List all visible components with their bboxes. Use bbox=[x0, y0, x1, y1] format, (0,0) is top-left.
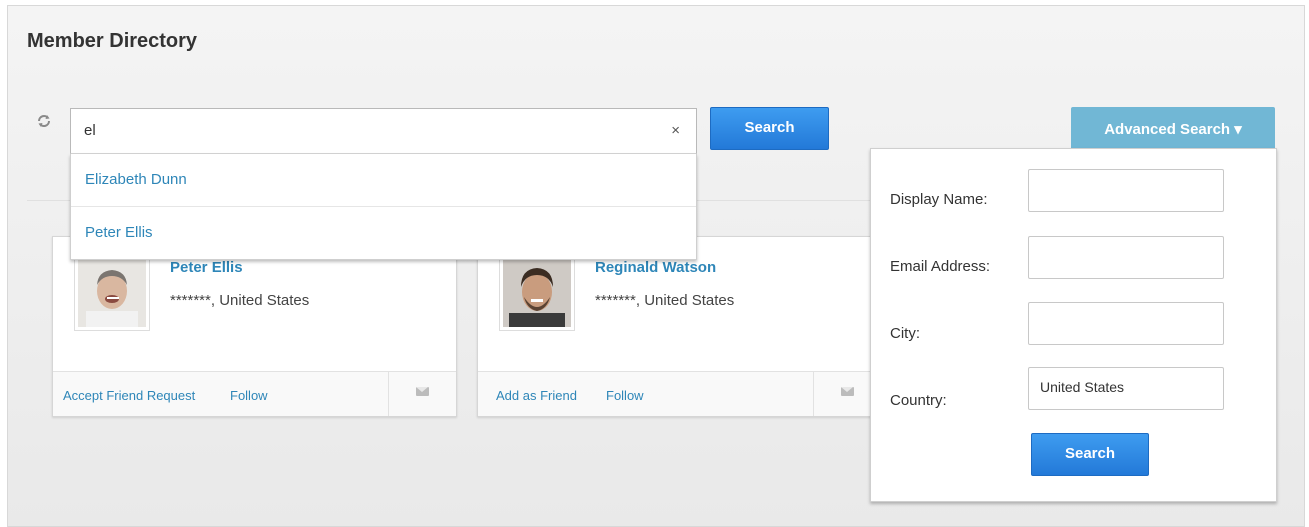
avatar[interactable] bbox=[74, 255, 150, 331]
accept-friend-request-link[interactable]: Accept Friend Request bbox=[63, 388, 195, 403]
avatar-photo bbox=[503, 259, 571, 327]
refresh-icon[interactable] bbox=[36, 113, 52, 129]
search-input[interactable]: el × bbox=[70, 108, 697, 154]
email-address-field[interactable] bbox=[1028, 236, 1224, 279]
avatar-photo bbox=[78, 259, 146, 327]
city-field[interactable] bbox=[1028, 302, 1224, 345]
message-button[interactable] bbox=[388, 372, 456, 416]
country-field[interactable]: United States bbox=[1028, 367, 1224, 410]
add-as-friend-link[interactable]: Add as Friend bbox=[496, 388, 577, 403]
avatar[interactable] bbox=[499, 255, 575, 331]
search-input-value: el bbox=[84, 122, 96, 139]
follow-link[interactable]: Follow bbox=[606, 388, 644, 403]
card-footer: Accept Friend Request Follow bbox=[53, 371, 456, 416]
member-name[interactable]: Peter Ellis bbox=[170, 259, 243, 276]
card-footer: Add as Friend Follow bbox=[478, 371, 881, 416]
search-button[interactable]: Search bbox=[710, 107, 829, 150]
display-name-field[interactable] bbox=[1028, 169, 1224, 212]
envelope-icon bbox=[416, 387, 429, 396]
page-title: Member Directory bbox=[27, 30, 198, 52]
member-name[interactable]: Reginald Watson bbox=[595, 259, 716, 276]
suggestion-item[interactable]: Elizabeth Dunn bbox=[71, 154, 696, 206]
display-name-label: Display Name: bbox=[890, 191, 988, 208]
advanced-search-button[interactable]: Search bbox=[1031, 433, 1149, 476]
member-location: *******, United States bbox=[170, 292, 310, 309]
advanced-search-panel: Display Name: Email Address: City: Count… bbox=[870, 148, 1277, 502]
member-location: *******, United States bbox=[595, 292, 735, 309]
advanced-search-toggle[interactable]: Advanced Search ▾ bbox=[1071, 107, 1275, 150]
country-label: Country: bbox=[890, 392, 947, 409]
member-card: Reginald Watson *******, United States A… bbox=[477, 236, 882, 417]
autocomplete-dropdown: Elizabeth Dunn Peter Ellis bbox=[70, 154, 697, 260]
city-label: City: bbox=[890, 325, 920, 342]
email-address-label: Email Address: bbox=[890, 258, 991, 275]
envelope-icon bbox=[841, 387, 854, 396]
suggestion-item[interactable]: Peter Ellis bbox=[71, 206, 696, 258]
follow-link[interactable]: Follow bbox=[230, 388, 268, 403]
clear-icon[interactable]: × bbox=[671, 122, 680, 139]
member-card: Peter Ellis *******, United States Accep… bbox=[52, 236, 457, 417]
